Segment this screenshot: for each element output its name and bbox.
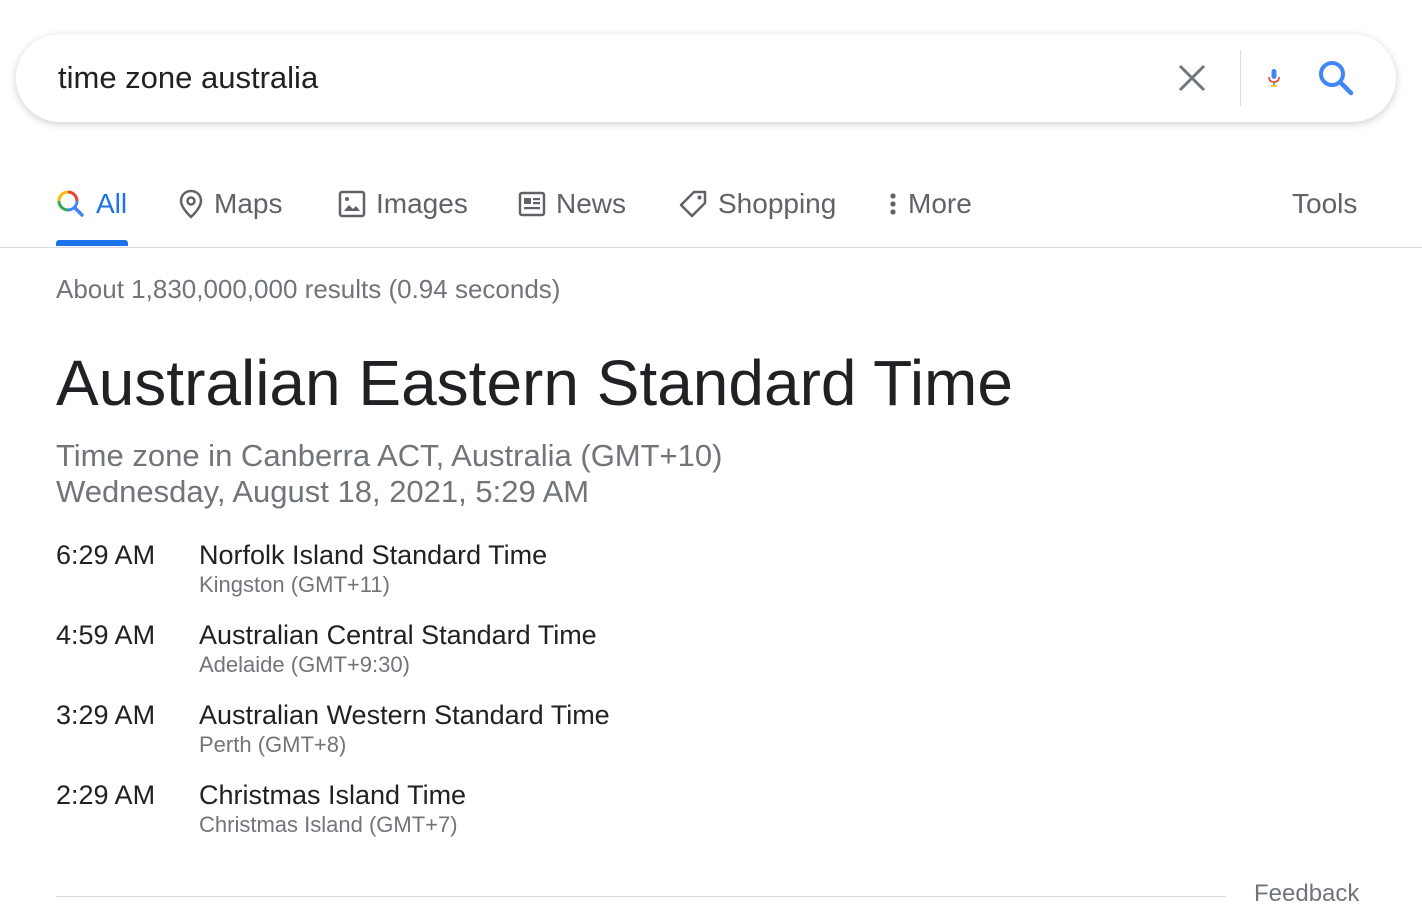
timezone-subtitle-block: Time zone in Canberra ACT, Australia (GM… — [56, 438, 722, 510]
tools-button[interactable]: Tools — [1292, 184, 1357, 224]
timezone-name: Australian Western Standard Time — [199, 700, 610, 730]
feedback-divider — [56, 896, 1226, 897]
timezone-place: Perth (GMT+8) — [199, 732, 347, 757]
timezone-place: Kingston (GMT+11) — [199, 572, 390, 597]
search-input[interactable] — [58, 56, 1138, 100]
timezone-time: 6:29 AM — [56, 540, 156, 570]
timezone-list: 6:29 AM Norfolk Island Standard Time Kin… — [56, 540, 856, 860]
tab-more[interactable]: More — [886, 184, 972, 224]
list-item: 6:29 AM Norfolk Island Standard Time Kin… — [56, 540, 856, 620]
timezone-datetime: Wednesday, August 18, 2021, 5:29 AM — [56, 474, 590, 509]
timezone-name: Australian Central Standard Time — [199, 620, 597, 650]
list-item: 4:59 AM Australian Central Standard Time… — [56, 620, 856, 700]
timezone-name: Norfolk Island Standard Time — [199, 540, 548, 570]
search-bar — [16, 34, 1396, 122]
news-icon — [518, 191, 546, 217]
mic-icon[interactable] — [1260, 62, 1288, 94]
search-divider — [1240, 50, 1241, 106]
timezone-time: 3:29 AM — [56, 700, 156, 730]
tab-news[interactable]: News — [518, 184, 626, 224]
timezone-time: 4:59 AM — [56, 620, 156, 650]
tab-images[interactable]: Images — [338, 184, 468, 224]
image-icon — [338, 190, 366, 218]
clear-icon[interactable] — [1172, 58, 1212, 98]
timezone-place: Adelaide (GMT+9:30) — [199, 652, 410, 677]
timezone-name: Christmas Island Time — [199, 780, 467, 810]
tab-images-label: Images — [376, 188, 468, 219]
timezone-place: Christmas Island (GMT+7) — [199, 812, 458, 837]
timezone-time: 2:29 AM — [56, 780, 156, 810]
tab-all[interactable]: All — [56, 184, 127, 224]
tab-maps[interactable]: Maps — [178, 184, 282, 224]
tab-all-label: All — [96, 188, 128, 219]
timezone-title: Australian Eastern Standard Time — [56, 347, 1013, 419]
tag-icon — [678, 189, 708, 219]
tab-shopping-label: Shopping — [718, 188, 837, 219]
search-multicolor-icon — [56, 189, 86, 219]
feedback-link[interactable]: Feedback — [1254, 880, 1359, 908]
tab-more-label: More — [908, 188, 972, 219]
tab-news-label: News — [556, 188, 627, 219]
list-item: 2:29 AM Christmas Island Time Christmas … — [56, 780, 856, 860]
tab-maps-label: Maps — [214, 188, 283, 219]
search-tabs: All Maps Images News Shopping More Tools — [0, 160, 1422, 248]
map-pin-icon — [178, 189, 204, 219]
search-icon[interactable] — [1314, 56, 1358, 100]
list-item: 3:29 AM Australian Western Standard Time… — [56, 700, 856, 780]
timezone-subtitle: Time zone in Canberra ACT, Australia (GM… — [56, 438, 723, 473]
active-tab-indicator — [56, 240, 128, 246]
result-stats: About 1,830,000,000 results (0.94 second… — [56, 274, 561, 304]
vertical-dots-icon — [886, 189, 900, 219]
tab-shopping[interactable]: Shopping — [678, 184, 836, 224]
